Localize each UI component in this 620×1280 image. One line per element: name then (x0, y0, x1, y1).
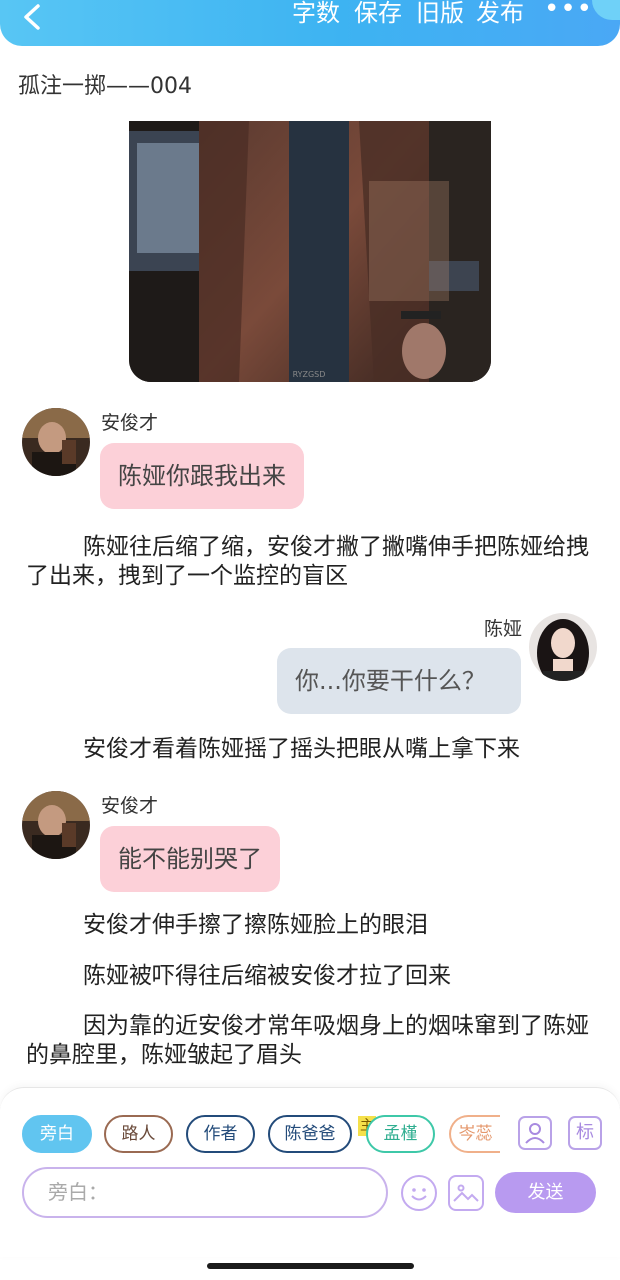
word-count-button[interactable]: 字数 (292, 0, 340, 28)
cover-photo: RYZGSD (129, 121, 491, 382)
narration-text[interactable]: 安俊才看着陈娅摇了摇头把眼从嘴上拿下来 (26, 735, 598, 764)
role-chip-narrator[interactable]: 旁白 (22, 1115, 92, 1153)
image-icon (453, 1184, 479, 1202)
narration-text[interactable]: 因为靠的近安俊才常年吸烟身上的烟味窜到了陈娅的鼻腔里，陈娅皱起了眉头 (26, 1012, 598, 1070)
avatar-chenya (529, 613, 597, 681)
role-chip-cenrui[interactable]: 岑蕊 (449, 1115, 500, 1153)
cover-watermark: RYZGSD (293, 370, 326, 379)
more-icon[interactable]: ••• (544, 0, 592, 24)
role-chip-author[interactable]: 作者 (186, 1115, 255, 1153)
cover-image[interactable]: RYZGSD (129, 121, 491, 382)
publish-button[interactable]: 发布 (476, 0, 524, 28)
message-bubble[interactable]: 陈娅你跟我出来 (100, 443, 304, 509)
chevron-left-icon (24, 4, 40, 30)
old-version-button[interactable]: 旧版 (416, 0, 464, 28)
avatar-anjuncai (22, 791, 90, 859)
person-icon (525, 1123, 545, 1144)
narration-text[interactable]: 陈娅被吓得往后缩被安俊才拉了回来 (26, 962, 598, 991)
speaker-name: 陈娅 (484, 618, 523, 640)
emoji-button[interactable] (401, 1175, 437, 1211)
home-indicator[interactable] (207, 1263, 414, 1269)
avatar-anjuncai (22, 408, 90, 476)
back-button[interactable] (20, 2, 48, 34)
speaker-name: 安俊才 (101, 795, 159, 817)
message-bubble[interactable]: 你...你要干什么？ (277, 648, 521, 714)
speaker-name: 安俊才 (101, 412, 159, 434)
top-right-corner (592, 0, 620, 20)
role-chip-passerby[interactable]: 路人 (104, 1115, 173, 1153)
role-chip-mengjin[interactable]: 孟槿 (366, 1115, 435, 1153)
role-chip-father[interactable]: 陈爸爸 (268, 1115, 352, 1153)
send-button[interactable]: 发送 (495, 1172, 596, 1213)
message-bubble[interactable]: 能不能别哭了 (100, 826, 280, 892)
message-input[interactable]: 旁白： (22, 1167, 388, 1218)
avatar[interactable] (22, 408, 90, 476)
image-button[interactable] (448, 1175, 484, 1211)
story-title: 孤注一掷——004 (18, 74, 192, 99)
narration-text[interactable]: 安俊才伸手擦了擦陈娅脸上的眼泪 (26, 911, 598, 940)
narration-text[interactable]: 陈娅往后缩了缩，安俊才撇了撇嘴伸手把陈娅给拽了出来，拽到了一个监控的盲区 (26, 533, 598, 591)
smiley-icon (411, 1188, 427, 1201)
top-bar: 字数 保存 旧版 发布 ••• (0, 0, 620, 46)
avatar[interactable] (22, 791, 90, 859)
avatar[interactable] (529, 613, 597, 681)
tag-button[interactable]: 标 (568, 1116, 602, 1150)
save-button[interactable]: 保存 (354, 0, 402, 28)
profile-button[interactable] (518, 1116, 552, 1150)
